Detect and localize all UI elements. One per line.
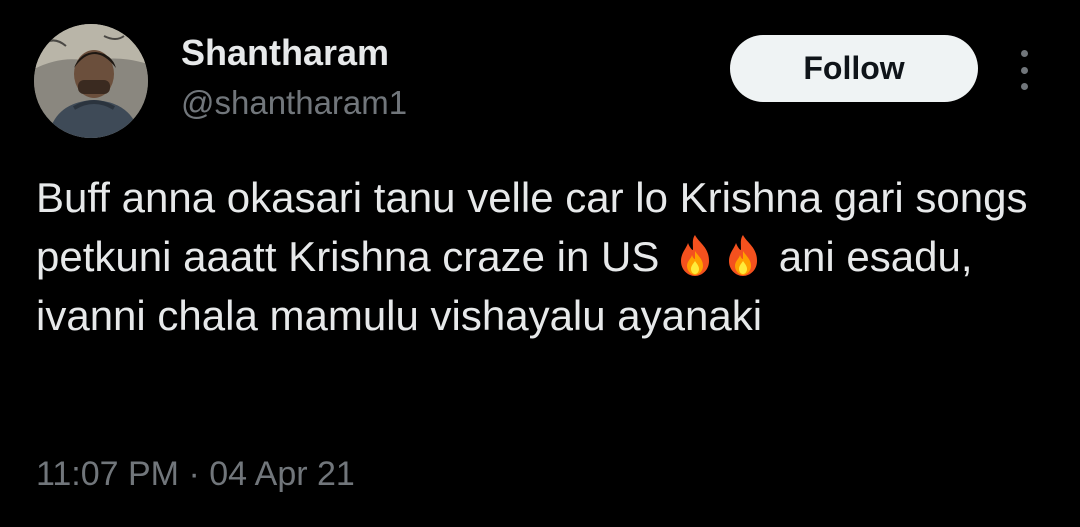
tweet-time: 11:07 PM xyxy=(36,455,180,493)
tweet-text: Buff anna okasari tanu velle car lo Kris… xyxy=(36,168,1046,345)
more-vertical-icon[interactable] xyxy=(1010,50,1038,90)
more-dot xyxy=(1020,50,1028,57)
fire-icon xyxy=(681,235,710,276)
more-dot xyxy=(1020,66,1028,74)
more-dot xyxy=(1020,83,1028,90)
meta-separator: · xyxy=(188,455,200,493)
tweet-timestamp[interactable]: 11:07 PM · 04 Apr 21 xyxy=(36,455,355,494)
tweet-date: 04 Apr 21 xyxy=(209,455,355,493)
avatar-image xyxy=(34,24,148,138)
fire-icon xyxy=(729,235,758,276)
tweet-card: Shantharam @shantharam1 Follow Buff anna… xyxy=(0,0,1080,527)
avatar[interactable] xyxy=(34,24,148,138)
user-handle[interactable]: @shantharam1 xyxy=(181,84,407,122)
display-name[interactable]: Shantharam xyxy=(181,32,389,74)
follow-button[interactable]: Follow xyxy=(730,35,978,102)
